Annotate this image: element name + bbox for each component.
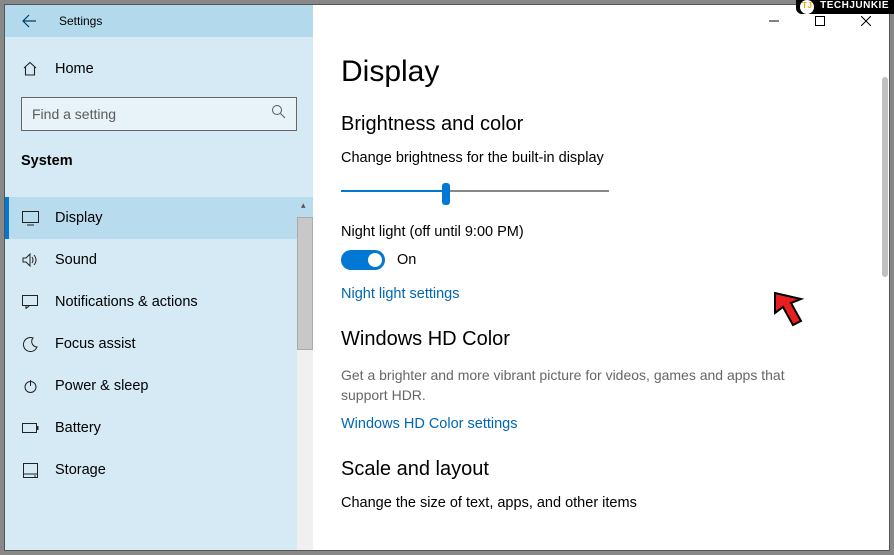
brightness-heading: Brightness and color [341,113,889,136]
sidebar-item-focus-assist[interactable]: Focus assist [5,323,313,365]
sidebar-item-display[interactable]: Display [5,197,313,239]
sidebar-item-battery[interactable]: Battery [5,407,313,449]
sidebar: Home System Display Sound Notifications [5,37,313,550]
power-icon [21,379,39,394]
sidebar-item-storage[interactable]: Storage [5,449,313,491]
settings-window: Settings Home System Display [4,4,890,551]
hd-color-section: Windows HD Color Get a brighter and more… [341,328,889,432]
search-input[interactable] [32,106,271,122]
home-icon [21,61,39,77]
main-scrollbar[interactable] [881,37,889,550]
sidebar-item-label: Display [55,210,103,226]
brightness-section: Brightness and color Change brightness f… [341,113,889,302]
main-panel: Display Brightness and color Change brig… [313,37,889,550]
scale-section: Scale and layout Change the size of text… [341,458,889,511]
slider-thumb[interactable] [442,183,450,205]
app-title: Settings [59,14,102,28]
titlebar: Settings [5,5,889,37]
titlebar-left: Settings [5,5,313,37]
toggle-state-label: On [397,252,416,268]
sound-icon [21,253,39,267]
night-light-toggle-row: On [341,250,889,270]
minimize-button[interactable] [751,5,797,37]
page-title: Display [341,55,889,89]
home-label: Home [55,61,94,77]
home-nav[interactable]: Home [5,49,313,89]
sidebar-item-power-sleep[interactable]: Power & sleep [5,365,313,407]
sidebar-item-label: Sound [55,252,97,268]
sidebar-item-label: Notifications & actions [55,294,198,310]
night-light-label: Night light (off until 9:00 PM) [341,224,889,240]
sidebar-item-notifications[interactable]: Notifications & actions [5,281,313,323]
moon-icon [21,337,39,352]
hd-color-desc: Get a brighter and more vibrant picture … [341,365,821,406]
slider-fill [341,190,446,192]
back-arrow-icon [21,13,37,29]
scale-desc: Change the size of text, apps, and other… [341,495,889,511]
brightness-slider[interactable] [341,178,609,206]
night-light-settings-link[interactable]: Night light settings [341,286,889,302]
content: Home System Display Sound Notifications [5,37,889,550]
message-icon [21,295,39,309]
sidebar-item-label: Focus assist [55,336,136,352]
main-scroll-thumb[interactable] [882,77,888,277]
sidebar-item-label: Battery [55,420,101,436]
nav-items: Display Sound Notifications & actions Fo… [5,197,313,491]
battery-icon [21,423,39,433]
monitor-icon [21,211,39,226]
sidebar-item-label: Storage [55,462,106,478]
sidebar-scrollbar[interactable] [297,217,313,550]
night-light-toggle[interactable] [341,250,385,270]
search-icon [271,104,286,124]
hd-color-heading: Windows HD Color [341,328,889,351]
sidebar-item-sound[interactable]: Sound [5,239,313,281]
sidebar-scroll-thumb[interactable] [297,217,313,350]
hd-color-settings-link[interactable]: Windows HD Color settings [341,416,889,432]
search-box[interactable] [21,97,297,131]
back-button[interactable] [5,5,53,37]
scale-heading: Scale and layout [341,458,889,481]
storage-icon [21,463,39,478]
brightness-slider-label: Change brightness for the built-in displ… [341,150,889,166]
category-title: System [5,143,313,183]
brand-badge: TECHJUNKIE [796,0,894,14]
sidebar-item-label: Power & sleep [55,378,149,394]
